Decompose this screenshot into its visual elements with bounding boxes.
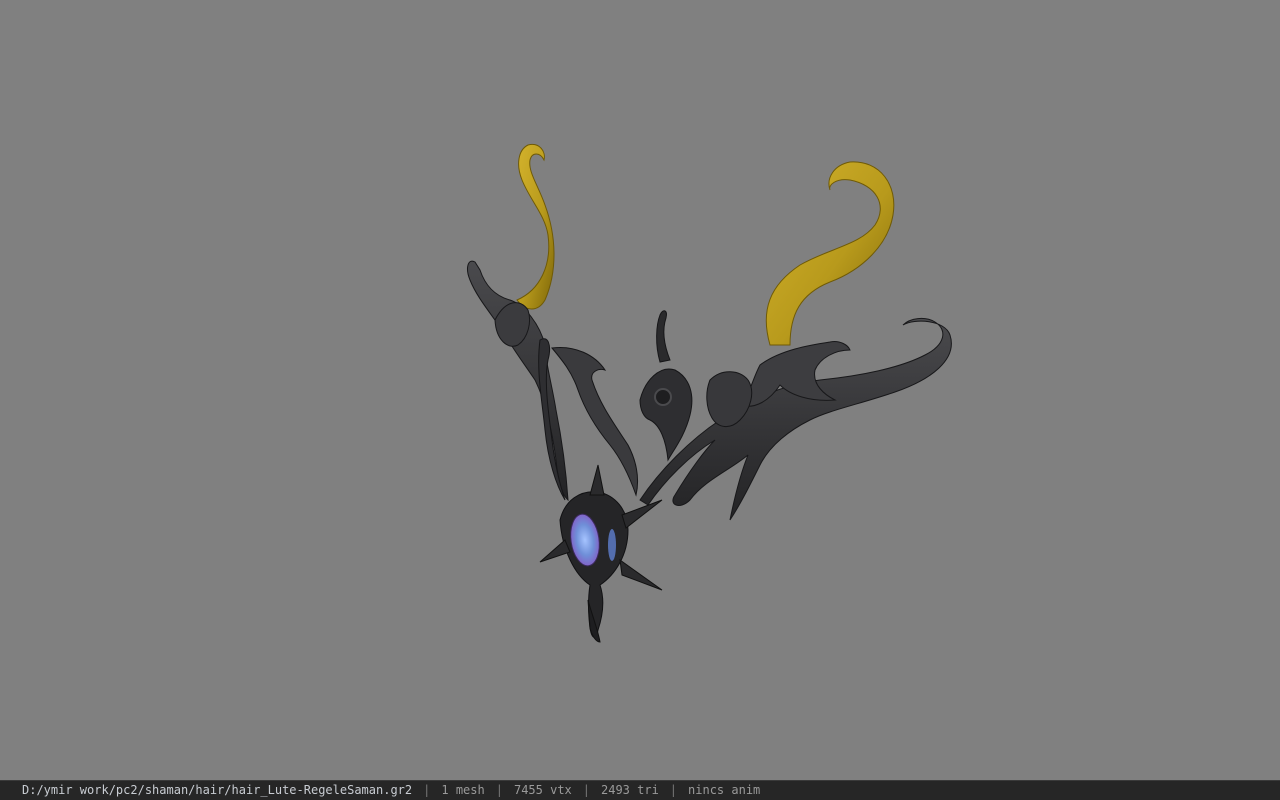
pendant-spike-top [589, 464, 605, 496]
triangle-count: 2493 tri [601, 783, 659, 797]
animation-status: nincs anim [688, 783, 761, 797]
status-separator: | [423, 783, 431, 797]
left-gold-horn [516, 143, 555, 310]
center-eye-ring [653, 388, 673, 406]
3d-viewport[interactable] [0, 0, 1280, 780]
mesh-count: 1 mesh [441, 783, 485, 797]
status-separator: | [669, 783, 678, 797]
hair-accessory-model [467, 143, 952, 643]
pendant-spike-upper-right [621, 499, 663, 529]
pendant-gem-glow [608, 529, 616, 561]
status-bar: D:/ymir work/pc2/shaman/hair/hair_Lute-R… [0, 780, 1280, 800]
pendant-spike-left [539, 539, 571, 563]
right-gold-horn [765, 161, 895, 346]
status-separator: | [495, 783, 503, 797]
vertex-count: 7455 vtx [513, 783, 572, 797]
pendant-frame [559, 491, 629, 638]
status-separator: | [582, 783, 590, 797]
center-curl [656, 310, 671, 363]
center-leaf-1 [639, 368, 693, 462]
pendant-spike-right [619, 558, 663, 591]
file-path: D:/ymir work/pc2/shaman/hair/hair_Lute-R… [22, 783, 413, 797]
